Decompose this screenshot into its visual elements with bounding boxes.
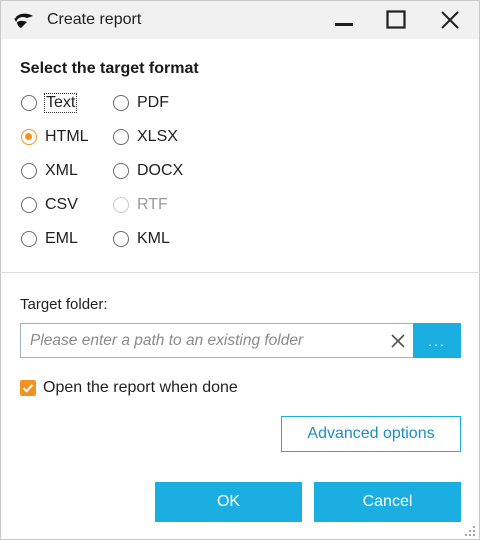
format-heading: Select the target format	[20, 60, 199, 77]
ok-button[interactable]: OK	[155, 482, 302, 522]
radio-circle	[21, 231, 37, 247]
advanced-options-button[interactable]: Advanced options	[281, 416, 461, 452]
format-option-label: HTML	[45, 128, 89, 145]
open-when-done-label: Open the report when done	[43, 379, 238, 396]
clear-icon	[391, 334, 405, 348]
app-logo-icon	[13, 10, 35, 30]
section-divider	[2, 272, 478, 273]
format-option-rtf: RTF	[113, 193, 168, 217]
maximize-button[interactable]	[373, 1, 419, 39]
checkbox-box	[20, 380, 36, 396]
format-option-label: DOCX	[137, 162, 184, 179]
minimize-button[interactable]	[321, 1, 367, 39]
radio-circle	[113, 163, 129, 179]
open-when-done-checkbox[interactable]: Open the report when done	[20, 377, 238, 399]
window-title: Create report	[47, 11, 142, 28]
format-option-label: CSV	[45, 196, 78, 213]
format-option-eml[interactable]: EML	[21, 227, 78, 251]
radio-circle	[21, 95, 37, 111]
format-option-text[interactable]: Text	[21, 91, 78, 115]
cancel-button[interactable]: Cancel	[314, 482, 461, 522]
radio-circle	[113, 197, 129, 213]
checkmark-icon	[22, 384, 34, 393]
target-folder-label: Target folder:	[20, 296, 108, 313]
title-bar[interactable]: Create report	[1, 1, 479, 39]
clear-path-button[interactable]	[387, 330, 409, 352]
resize-grip-icon[interactable]	[464, 524, 476, 536]
close-icon	[441, 11, 459, 29]
format-option-html[interactable]: HTML	[21, 125, 89, 149]
format-option-xlsx[interactable]: XLSX	[113, 125, 178, 149]
format-option-docx[interactable]: DOCX	[113, 159, 183, 183]
format-option-pdf[interactable]: PDF	[113, 91, 169, 115]
format-option-label: KML	[137, 230, 170, 247]
format-option-kml[interactable]: KML	[113, 227, 170, 251]
format-option-label: PDF	[137, 94, 169, 111]
create-report-dialog: Create report Select the target format T…	[0, 0, 480, 540]
format-option-label: Text	[43, 93, 78, 113]
radio-circle	[113, 95, 129, 111]
radio-circle	[21, 163, 37, 179]
format-option-label: XLSX	[137, 128, 178, 145]
format-option-label: EML	[45, 230, 78, 247]
minimize-icon	[335, 23, 353, 26]
browse-folder-button[interactable]: ...	[413, 323, 461, 358]
close-button[interactable]	[427, 1, 473, 39]
target-folder-input[interactable]	[30, 324, 380, 357]
radio-circle	[21, 129, 37, 145]
maximize-icon	[386, 10, 406, 29]
radio-circle	[21, 197, 37, 213]
format-option-xml[interactable]: XML	[21, 159, 78, 183]
format-option-label: XML	[45, 162, 78, 179]
target-folder-field	[20, 323, 414, 358]
radio-circle	[113, 231, 129, 247]
format-option-csv[interactable]: CSV	[21, 193, 78, 217]
format-option-label: RTF	[137, 196, 168, 213]
radio-circle	[113, 129, 129, 145]
